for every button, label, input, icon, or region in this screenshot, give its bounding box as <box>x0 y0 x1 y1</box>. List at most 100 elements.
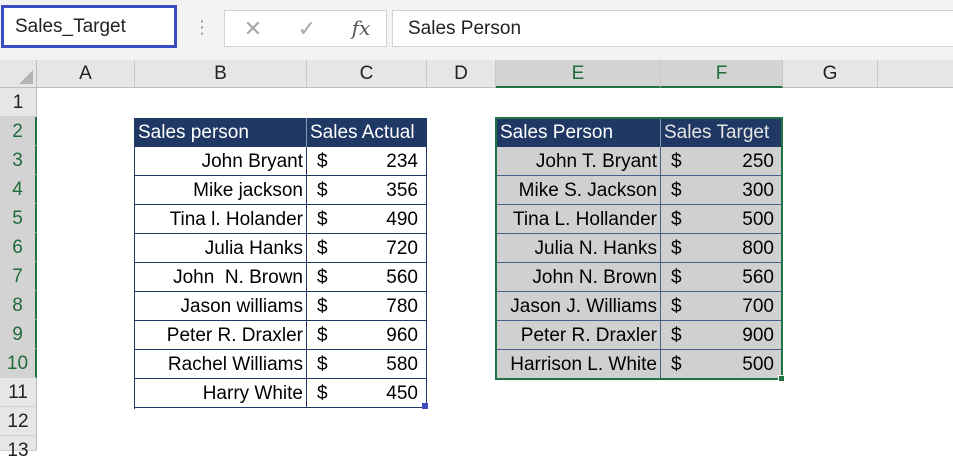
target-amount-cell[interactable]: $300 <box>661 176 782 205</box>
amount-value: 250 <box>742 151 774 172</box>
amount-value: 780 <box>386 296 418 317</box>
more-options-icon[interactable]: ⋮ <box>193 14 211 40</box>
worksheet-grid[interactable]: A B C D E F G 1 2 3 4 5 6 7 8 9 10 11 12… <box>0 60 953 461</box>
currency-symbol: $ <box>317 151 328 172</box>
table-resize-handle[interactable] <box>422 403 428 409</box>
amount-value: 234 <box>386 151 418 172</box>
actual-name-cell[interactable]: Harry White <box>135 379 307 408</box>
amount-value: 560 <box>742 267 774 288</box>
formula-buttons: ✕ ✓ fx <box>224 10 387 47</box>
row-header-9[interactable]: 9 <box>0 320 37 349</box>
currency-symbol: $ <box>671 151 682 172</box>
amount-value: 580 <box>386 354 418 375</box>
actual-amount-cell[interactable]: $580 <box>307 350 427 379</box>
row-header-5[interactable]: 5 <box>0 204 37 233</box>
actual-name-cell[interactable]: John N. Brown <box>135 263 307 292</box>
currency-symbol: $ <box>317 238 328 259</box>
actual-amount-cell[interactable]: $780 <box>307 292 427 321</box>
actual-name-cell[interactable]: Julia Hanks <box>135 234 307 263</box>
currency-symbol: $ <box>317 209 328 230</box>
amount-value: 700 <box>742 296 774 317</box>
amount-value: 300 <box>742 180 774 201</box>
currency-symbol: $ <box>317 267 328 288</box>
target-amount-cell[interactable]: $500 <box>661 350 782 379</box>
header-sales-target[interactable]: Sales Target <box>661 118 782 147</box>
amount-value: 900 <box>742 325 774 346</box>
actual-name-cell[interactable]: John Bryant <box>135 147 307 176</box>
row-header-3[interactable]: 3 <box>0 146 37 175</box>
currency-symbol: $ <box>317 296 328 317</box>
target-amount-cell[interactable]: $500 <box>661 205 782 234</box>
currency-symbol: $ <box>671 296 682 317</box>
target-amount-cell[interactable]: $900 <box>661 321 782 350</box>
target-name-cell[interactable]: Harrison L. White <box>497 350 661 379</box>
target-name-cell[interactable]: Julia N. Hanks <box>497 234 661 263</box>
row-header-13[interactable]: 13 <box>0 436 37 461</box>
actual-amount-cell[interactable]: $490 <box>307 205 427 234</box>
formula-bar-area: Sales_Target ⋮ ✕ ✓ fx Sales Person <box>0 0 953 60</box>
amount-value: 720 <box>386 238 418 259</box>
enter-icon[interactable]: ✓ <box>287 11 327 46</box>
row-header-1[interactable]: 1 <box>0 88 37 117</box>
amount-value: 450 <box>386 383 418 404</box>
column-header-c[interactable]: C <box>307 60 427 88</box>
column-header-g[interactable]: G <box>783 60 878 88</box>
select-all-corner[interactable] <box>0 60 37 88</box>
row-header-4[interactable]: 4 <box>0 175 37 204</box>
actual-name-cell[interactable]: Mike jackson <box>135 176 307 205</box>
column-header-h[interactable] <box>878 60 953 88</box>
column-header-f[interactable]: F <box>661 60 783 88</box>
select-all-icon <box>19 70 33 84</box>
amount-value: 960 <box>386 325 418 346</box>
currency-symbol: $ <box>317 180 328 201</box>
row-header-2[interactable]: 2 <box>0 117 37 146</box>
actual-amount-cell[interactable]: $960 <box>307 321 427 350</box>
target-name-cell[interactable]: Mike S. Jackson <box>497 176 661 205</box>
column-header-a[interactable]: A <box>37 60 135 88</box>
target-name-cell[interactable]: John N. Brown <box>497 263 661 292</box>
actual-amount-cell[interactable]: $720 <box>307 234 427 263</box>
fill-handle[interactable] <box>778 375 785 382</box>
currency-symbol: $ <box>671 180 682 201</box>
column-header-b[interactable]: B <box>135 60 307 88</box>
currency-symbol: $ <box>317 325 328 346</box>
target-name-cell[interactable]: Jason J. Williams <box>497 292 661 321</box>
header-sales-person-target[interactable]: Sales Person <box>497 118 661 147</box>
actual-amount-cell[interactable]: $560 <box>307 263 427 292</box>
actual-name-cell[interactable]: Tina l. Holander <box>135 205 307 234</box>
name-box[interactable]: Sales_Target <box>1 5 177 48</box>
actual-amount-cell[interactable]: $356 <box>307 176 427 205</box>
insert-function-icon[interactable]: fx <box>341 11 381 46</box>
row-header-10[interactable]: 10 <box>0 349 37 378</box>
column-header-d[interactable]: D <box>427 60 496 88</box>
actual-name-cell[interactable]: Jason williams <box>135 292 307 321</box>
target-amount-cell[interactable]: $700 <box>661 292 782 321</box>
currency-symbol: $ <box>317 383 328 404</box>
header-sales-actual[interactable]: Sales Actual <box>307 118 427 147</box>
actual-amount-cell[interactable]: $234 <box>307 147 427 176</box>
currency-symbol: $ <box>671 209 682 230</box>
cancel-icon[interactable]: ✕ <box>233 11 273 46</box>
currency-symbol: $ <box>671 325 682 346</box>
target-amount-cell[interactable]: $560 <box>661 263 782 292</box>
target-name-cell[interactable]: John T. Bryant <box>497 147 661 176</box>
actual-amount-cell[interactable]: $450 <box>307 379 427 408</box>
header-sales-person[interactable]: Sales person <box>135 118 307 147</box>
formula-input[interactable]: Sales Person <box>392 10 953 47</box>
target-amount-cell[interactable]: $800 <box>661 234 782 263</box>
row-header-6[interactable]: 6 <box>0 233 37 262</box>
row-header-11[interactable]: 11 <box>0 378 37 407</box>
actual-name-cell[interactable]: Rachel Williams <box>135 350 307 379</box>
target-name-cell[interactable]: Peter R. Draxler <box>497 321 661 350</box>
column-header-e[interactable]: E <box>496 60 661 88</box>
actual-name-cell[interactable]: Peter R. Draxler <box>135 321 307 350</box>
target-name-cell[interactable]: Tina L. Hollander <box>497 205 661 234</box>
amount-value: 356 <box>386 180 418 201</box>
row-header-8[interactable]: 8 <box>0 291 37 320</box>
currency-symbol: $ <box>671 267 682 288</box>
row-header-7[interactable]: 7 <box>0 262 37 291</box>
row-header-12[interactable]: 12 <box>0 407 37 436</box>
target-amount-cell[interactable]: $250 <box>661 147 782 176</box>
currency-symbol: $ <box>671 238 682 259</box>
amount-value: 800 <box>742 238 774 259</box>
